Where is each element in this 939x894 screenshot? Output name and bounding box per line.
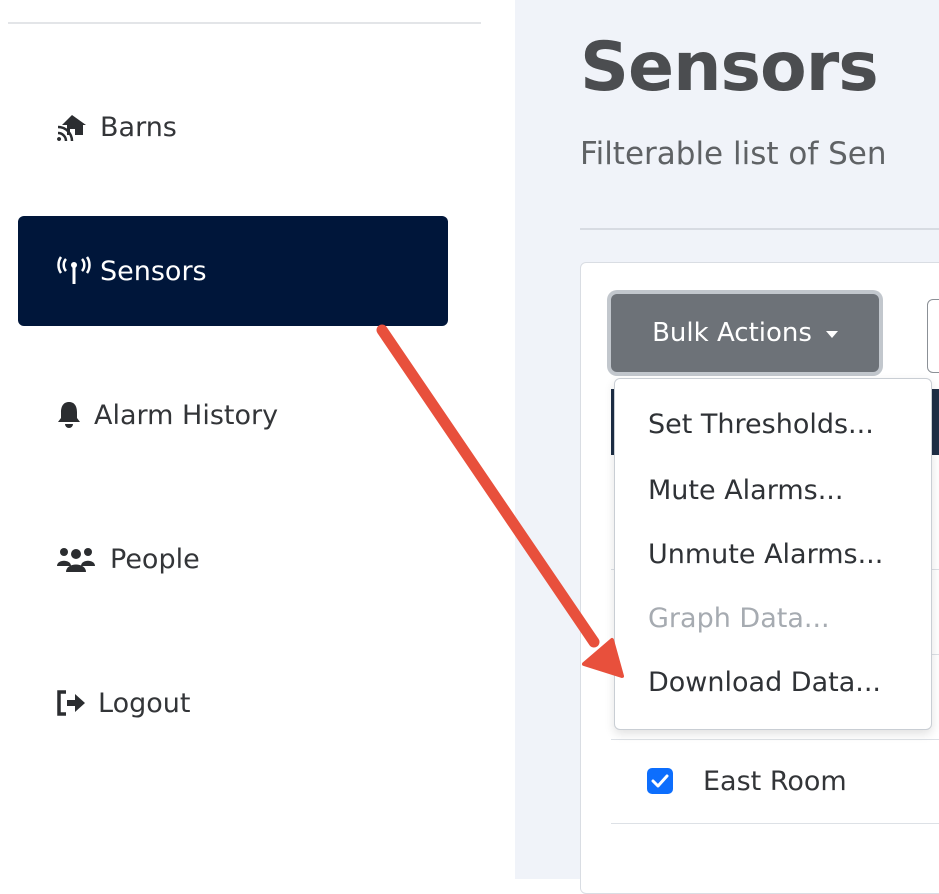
barn-wifi-icon (56, 111, 100, 143)
sidebar-item-label: Logout (98, 687, 191, 719)
sidebar-item-people[interactable]: People (18, 504, 448, 614)
menu-item-unmute-alarms[interactable]: Unmute Alarms... (648, 539, 883, 570)
bulk-actions-dropdown: Set Thresholds... Mute Alarms... Unmute … (614, 378, 932, 730)
sidebar-item-label: Sensors (100, 255, 207, 287)
row-divider (611, 823, 939, 824)
row-sensor-name: East Room (703, 765, 847, 797)
menu-item-mute-alarms[interactable]: Mute Alarms... (648, 475, 843, 506)
sidebar-item-sensors[interactable]: Sensors (18, 216, 448, 326)
page-title: Sensors (580, 28, 879, 107)
content-divider (580, 228, 939, 230)
page-subtitle: Filterable list of Sen (580, 136, 887, 172)
people-icon (56, 544, 110, 574)
sidebar-item-label: Barns (100, 111, 177, 143)
sidebar: Barns Sensors Alarm History People Logou… (0, 0, 515, 879)
sidebar-item-logout[interactable]: Logout (18, 648, 448, 758)
menu-item-graph-data: Graph Data... (648, 603, 830, 634)
row-checkbox[interactable] (647, 768, 673, 794)
filter-button[interactable] (927, 299, 939, 373)
bulk-actions-button[interactable]: Bulk Actions (611, 294, 879, 372)
menu-item-download-data[interactable]: Download Data... (648, 667, 881, 698)
bell-icon (56, 400, 94, 430)
sidebar-item-barns[interactable]: Barns (18, 72, 448, 182)
menu-item-set-thresholds[interactable]: Set Thresholds... (648, 409, 874, 440)
sidebar-item-alarm-history[interactable]: Alarm History (18, 360, 448, 470)
caret-down-icon (825, 330, 838, 338)
logout-icon (56, 689, 98, 717)
sidebar-item-label: Alarm History (94, 399, 279, 431)
sidebar-item-label: People (110, 543, 200, 575)
table-row: East Room (611, 739, 939, 823)
bulk-actions-label: Bulk Actions (652, 318, 812, 348)
antenna-icon (56, 256, 100, 286)
sidebar-divider (8, 22, 481, 24)
check-icon (651, 774, 669, 788)
